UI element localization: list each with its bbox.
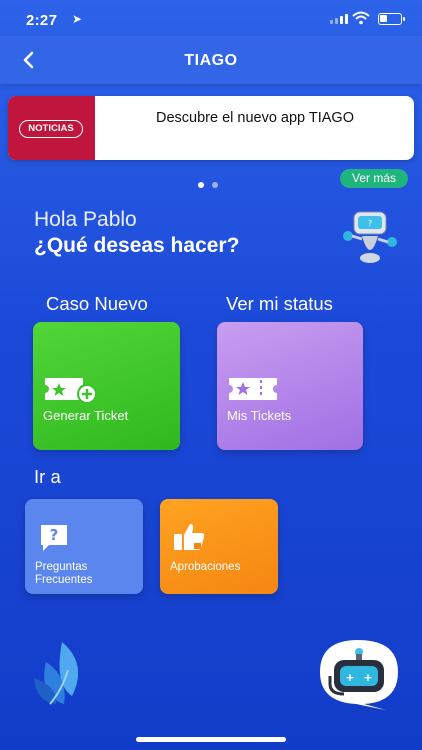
svg-text:+: + [345, 671, 354, 684]
generate-ticket-label: Generar Ticket [43, 408, 129, 423]
question-heading: ¿Qué deseas hacer? [34, 234, 240, 257]
svg-text:?: ? [50, 526, 59, 544]
chatbot-button[interactable]: + + [316, 636, 402, 712]
news-banner[interactable]: NOTICIAS Descubre el nuevo app TIAGO [8, 96, 414, 160]
status-time: 2:27 [26, 12, 58, 29]
svg-text:?: ? [368, 219, 372, 228]
approvals-label: Aprobaciones [170, 561, 241, 573]
banner-text: Descubre el nuevo app TIAGO [155, 110, 354, 126]
greeting-text: Hola Pablo [34, 208, 137, 231]
battery-icon [378, 13, 405, 25]
my-tickets-button[interactable]: Mis Tickets [217, 322, 363, 450]
my-tickets-label: Mis Tickets [227, 408, 292, 423]
robot-mascot-icon: ? [343, 211, 397, 263]
news-logo: NOTICIAS [8, 96, 95, 160]
faq-button[interactable]: ? Preguntas Frecuentes [25, 499, 143, 594]
approvals-button[interactable]: Aprobaciones [160, 499, 278, 594]
brand-leaf-logo [34, 642, 79, 705]
nav-bar: TIAGO [0, 36, 422, 84]
generate-ticket-button[interactable]: Generar Ticket [33, 322, 180, 450]
carousel-dot-active[interactable] [198, 182, 204, 188]
thumbs-up-icon [174, 524, 205, 550]
news-logo-text: NOTICIAS [19, 120, 83, 138]
robot-chat-icon: + + [320, 640, 398, 710]
carousel-dot[interactable] [212, 182, 218, 188]
page-title: TIAGO [184, 52, 238, 69]
location-arrow-icon: ➤ [72, 12, 83, 26]
faq-label: Preguntas Frecuentes [35, 561, 93, 586]
status-bar: 2:27 ➤ [0, 0, 422, 36]
section-goto: Ir a [34, 466, 61, 487]
app-screen: 2:27 ➤ TIAGO NOTICIAS Descubre el nuevo … [0, 0, 422, 750]
question-bubble-icon: ? [41, 525, 67, 551]
section-new-case: Caso Nuevo [46, 293, 148, 314]
wifi-icon [352, 11, 370, 25]
carousel-indicator [198, 182, 218, 188]
signal-icon [330, 14, 348, 24]
section-status: Ver mi status [226, 293, 333, 314]
ticket-icon [229, 378, 277, 400]
add-ticket-icon [45, 378, 97, 404]
home-indicator [136, 737, 286, 742]
svg-text:+: + [363, 671, 372, 684]
see-more-button[interactable]: Ver más [340, 169, 408, 188]
